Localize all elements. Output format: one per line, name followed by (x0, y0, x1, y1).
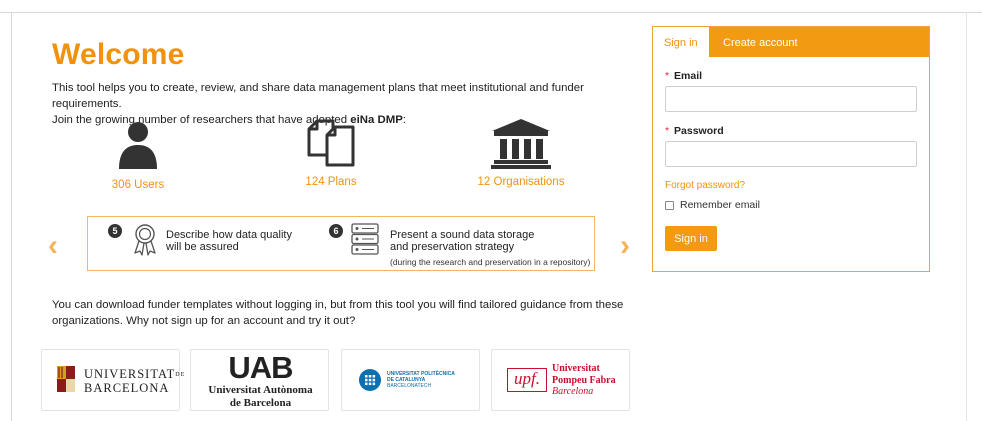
ub-logo-sup: DE (175, 372, 186, 379)
auth-tabs: Sign in Create account (653, 27, 929, 57)
page-title: Welcome (52, 38, 185, 71)
uab-mark: UAB (228, 350, 293, 385)
stat-organisations: 12 Organisations (471, 117, 571, 188)
ub-crest-icon (57, 366, 75, 392)
upc-emblem-icon (359, 369, 381, 391)
logo-universitat-pompeu-fabra[interactable]: upf. Universitat Pompeu Fabra Barcelona (491, 349, 630, 411)
ub-logo-line-2: BARCELONA (84, 381, 170, 395)
uab-logo-line-1: Universitat Autònoma (208, 384, 313, 396)
stat-users: 306 Users (103, 121, 173, 191)
institution-icon (491, 119, 551, 169)
left-border (11, 12, 12, 421)
remember-email-label: Remember email (680, 199, 760, 211)
forgot-password-link[interactable]: Forgot password? (665, 180, 745, 191)
upc-logo-line-3: BARCELONATECH (387, 383, 432, 389)
logo-universitat-politecnica-catalunya[interactable]: UNIVERSITAT POLITÈCNICA DE CATALUNYA BAR… (341, 349, 480, 411)
intro-line-2-suffix: : (402, 114, 406, 126)
tab-sign-in[interactable]: Sign in (653, 27, 709, 57)
right-border (966, 12, 967, 421)
stat-plans: 124 Plans (296, 117, 366, 188)
download-info-text: You can download funder templates withou… (52, 299, 624, 327)
step-6-text-line-1: Present a sound data storage (390, 229, 535, 241)
logo-universitat-autonoma-barcelona[interactable]: UAB Universitat Autònoma de Barcelona (190, 349, 329, 411)
password-label: * Password (665, 125, 724, 137)
step-5-text-line-1: Describe how data quality (166, 229, 292, 241)
logo-universitat-barcelona[interactable]: UNIVERSITATDE BARCELONA (41, 349, 184, 411)
carousel-prev-button[interactable]: ‹ (48, 231, 58, 261)
step-5-text-line-2: will be assured (166, 241, 239, 253)
carousel-next-button[interactable]: › (620, 231, 630, 261)
award-icon (134, 224, 156, 256)
uab-logo-line-2: de Barcelona (229, 397, 292, 409)
remember-email-checkbox[interactable] (665, 200, 674, 210)
storage-icon (351, 223, 379, 255)
password-label-text: Password (674, 125, 724, 137)
email-required-mark: * (665, 70, 670, 82)
ub-logo-line-1-text: UNIVERSITAT (84, 367, 176, 381)
upf-logo-line-2: Pompeu Fabra (552, 375, 616, 386)
auth-panel: Sign in Create account * Email * Passwor… (652, 26, 930, 272)
upf-logo-line-3: Barcelona (552, 386, 594, 397)
ub-logo-line-1: UNIVERSITATDE (84, 367, 185, 382)
sign-in-button[interactable]: Sign in (665, 226, 717, 251)
top-border (0, 12, 982, 13)
step-number-5: 5 (108, 224, 122, 238)
step-6-text: Present a sound data storage and preserv… (390, 229, 534, 253)
step-number-6: 6 (329, 224, 343, 238)
step-6-subtext: (during the research and preservation in… (390, 257, 591, 267)
password-required-mark: * (665, 125, 670, 137)
email-field[interactable] (665, 86, 917, 112)
stat-plans-label: 124 Plans (305, 176, 357, 188)
remember-email-row: Remember email (665, 199, 760, 211)
documents-icon (307, 119, 355, 167)
carousel-panel: 5 Describe how data quality will be assu… (87, 216, 595, 271)
intro-line-1: This tool helps you to create, review, a… (52, 82, 584, 110)
password-field[interactable] (665, 141, 917, 167)
step-5-text: Describe how data quality will be assure… (166, 229, 292, 253)
user-icon (119, 122, 157, 169)
upf-mark: upf. (507, 368, 547, 392)
tab-create-account[interactable]: Create account (723, 37, 798, 49)
email-label: * Email (665, 70, 702, 82)
stat-users-label: 306 Users (111, 179, 165, 191)
stat-organisations-label: 12 Organisations (477, 176, 565, 188)
step-6-text-line-2: and preservation strategy (390, 241, 515, 253)
upf-logo-line-1: Universitat (552, 363, 600, 374)
email-label-text: Email (674, 70, 703, 82)
